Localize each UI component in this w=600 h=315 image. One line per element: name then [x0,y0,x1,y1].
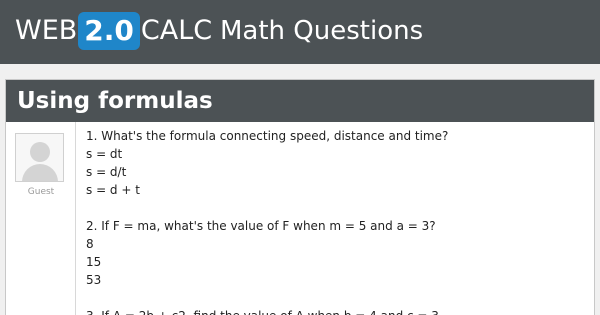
logo-version-badge: 2.0 [78,12,140,50]
answer-option: s = d/t [86,165,127,179]
logo-calc-text: CALC [140,15,213,46]
author-column: Guest [6,122,76,315]
answer-option: 8 [86,237,94,251]
question-line: 3. If A = 2b + c2, find the value of A w… [86,307,586,315]
author-name: Guest [27,187,55,197]
question-line: 2. If F = ma, what's the value of F when… [86,219,436,233]
avatar-head-icon [30,142,50,162]
answer-option: 53 [86,273,102,287]
page-title: Using formulas [17,88,213,114]
avatar-body-icon [22,164,58,181]
question-body: Guest 1. What's the formula connecting s… [6,122,594,315]
question-text: 1. What's the formula connecting speed, … [86,127,586,315]
answer-option: 15 [86,255,102,269]
answer-option: s = dt [86,147,123,161]
logo-web-text: WEB [15,15,78,46]
avatar[interactable] [15,133,64,182]
answer-option: s = d + t [86,183,140,197]
site-header: WEB 2.0 CALC Math Questions [0,0,600,64]
question-header: Using formulas [6,80,594,122]
site-title-link[interactable]: Math Questions [220,12,423,50]
question-line: 1. What's the formula connecting speed, … [86,129,449,143]
question-panel: Using formulas Guest 1. What's the formu… [5,79,595,315]
site-logo[interactable]: WEB 2.0 CALC [15,12,212,50]
